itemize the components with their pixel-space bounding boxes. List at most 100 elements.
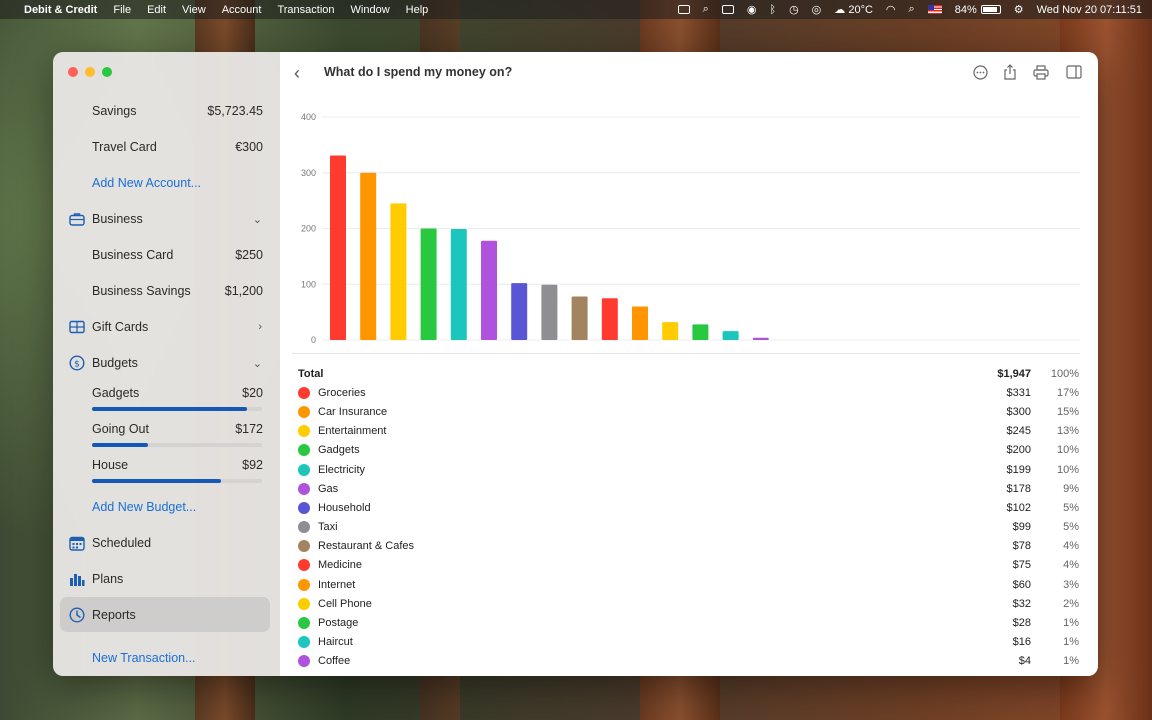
category-name: Medicine [318, 559, 363, 572]
table-row[interactable]: Household $102 5% [298, 498, 1079, 517]
more-options-icon[interactable] [972, 64, 988, 80]
menubar-clock[interactable]: Wed Nov 20 07:11:51 [1037, 4, 1142, 16]
time-machine-icon[interactable]: ◷ [789, 3, 799, 16]
chevron-down-icon[interactable]: ⌄ [253, 213, 262, 226]
dollar-circle-icon: $ [68, 354, 86, 372]
bluetooth-icon[interactable]: ᛒ [769, 4, 776, 16]
flag-icon[interactable] [927, 5, 942, 14]
menu-transaction[interactable]: Transaction [277, 4, 334, 16]
sidebar-item-reports[interactable]: Reports [53, 605, 280, 625]
share-icon[interactable] [1002, 64, 1018, 80]
bar-entertainment[interactable] [390, 203, 407, 340]
category-color-dot [298, 559, 310, 572]
bar-medicine[interactable] [601, 298, 618, 340]
back-chevron-icon[interactable]: ‹ [294, 63, 300, 84]
minimize-button[interactable] [85, 67, 95, 77]
sidebar-item-budget-house[interactable]: House $92 [53, 455, 280, 475]
bar-car-insurance[interactable] [360, 172, 377, 340]
sidebar-group-business[interactable]: Business ⌄ [53, 209, 280, 229]
budget-label: Gadgets [92, 386, 140, 400]
keyboard-icon[interactable] [721, 5, 734, 14]
chevron-right-icon[interactable]: › [258, 321, 262, 333]
add-budget-link[interactable]: Add New Budget... [53, 497, 280, 517]
category-percent: 17% [1056, 386, 1079, 399]
bar-haircut[interactable] [722, 331, 739, 340]
menu-window[interactable]: Window [351, 4, 390, 16]
bar-postage[interactable] [692, 324, 709, 340]
table-row[interactable]: Medicine $75 4% [298, 556, 1079, 575]
sidebar-item-budget-going-out[interactable]: Going Out $172 [53, 419, 280, 439]
app-menu[interactable]: Debit & Credit [24, 4, 97, 16]
close-button[interactable] [68, 67, 78, 77]
sidebar-group-gift-cards[interactable]: Gift Cards › [53, 317, 280, 337]
sidebar-item-budget-gadgets[interactable]: Gadgets $20 [53, 383, 280, 403]
chevron-down-icon[interactable]: ⌄ [253, 357, 262, 370]
category-color-dot [298, 425, 310, 438]
category-amount: $32 [1012, 597, 1031, 610]
onepassword-icon[interactable]: ◉ [747, 3, 757, 16]
bar-gadgets[interactable] [420, 228, 437, 341]
category-percent: 9% [1063, 482, 1079, 495]
zoom-button[interactable] [102, 67, 112, 77]
status-app-icon[interactable] [677, 5, 690, 14]
category-percent: 10% [1056, 463, 1079, 476]
control-center-icon[interactable]: ⚙ [1014, 3, 1024, 16]
table-row[interactable]: Taxi $99 5% [298, 518, 1079, 537]
print-icon[interactable] [1033, 64, 1049, 80]
category-percent: 2% [1063, 597, 1079, 610]
weather-widget[interactable]: ☁ 20°C [834, 3, 873, 16]
category-name: Haircut [318, 636, 353, 649]
sidebar-item-plans[interactable]: Plans [53, 569, 280, 589]
table-row[interactable]: Cell Phone $32 2% [298, 594, 1079, 613]
sidebar-item-travel-card[interactable]: Travel Card €300 [53, 137, 280, 157]
sidebar-item-business-card[interactable]: Business Card $250 [53, 245, 280, 265]
budget-amount: $92 [242, 458, 263, 472]
menu-help[interactable]: Help [406, 4, 429, 16]
menu-edit[interactable]: Edit [147, 4, 166, 16]
sidebar-item-savings[interactable]: Savings $5,723.45 [53, 101, 280, 121]
user-icon[interactable]: ◎ [812, 3, 822, 16]
table-row[interactable]: Groceries $331 17% [298, 383, 1079, 402]
window-controls [68, 67, 112, 77]
table-row[interactable]: Coffee $4 1% [298, 652, 1079, 671]
bar-electricity[interactable] [450, 229, 467, 340]
category-percent: 3% [1063, 578, 1079, 591]
table-row[interactable]: Restaurant & Cafes $78 4% [298, 537, 1079, 556]
table-row[interactable]: Electricity $199 10% [298, 460, 1079, 479]
bar-restaurant-cafes[interactable] [571, 296, 588, 340]
menu-account[interactable]: Account [222, 4, 262, 16]
table-row[interactable]: Car Insurance $300 15% [298, 402, 1079, 421]
sidebar-item-scheduled[interactable]: Scheduled [53, 533, 280, 553]
menu-file[interactable]: File [113, 4, 131, 16]
wifi-icon[interactable]: ◠ [886, 3, 896, 16]
table-row[interactable]: Haircut $16 1% [298, 633, 1079, 652]
bar-household[interactable] [511, 283, 528, 340]
bar-gas[interactable] [481, 240, 497, 340]
category-amount: $245 [1006, 425, 1031, 438]
bar-cell-phone[interactable] [662, 322, 679, 340]
bar-taxi[interactable] [541, 284, 558, 340]
menu-view[interactable]: View [182, 4, 206, 16]
category-percent: 5% [1063, 521, 1079, 534]
search-icon[interactable]: ⌕ [909, 3, 915, 16]
new-transaction-link[interactable]: New Transaction... [53, 648, 280, 668]
gift-card-icon [68, 318, 86, 336]
bar-internet[interactable] [632, 306, 648, 340]
table-row[interactable]: Entertainment $245 13% [298, 422, 1079, 441]
bar-coffee[interactable] [752, 337, 769, 340]
battery-indicator[interactable]: 84% [955, 4, 1001, 16]
report-pane: ‹ What do I spend my money on? 0 100 200 30… [280, 52, 1098, 676]
table-row[interactable]: Gas $178 9% [298, 479, 1079, 498]
sidebar-item-business-savings[interactable]: Business Savings $1,200 [53, 281, 280, 301]
paperclip-icon[interactable]: ⌕ [703, 3, 709, 16]
category-amount: $200 [1006, 444, 1031, 457]
category-percent: 5% [1063, 501, 1079, 514]
table-row[interactable]: Gadgets $200 10% [298, 441, 1079, 460]
table-row[interactable]: Postage $28 1% [298, 613, 1079, 632]
table-row[interactable]: Internet $60 3% [298, 575, 1079, 594]
bar-groceries[interactable] [330, 155, 346, 340]
budget-progress-bar [92, 407, 262, 411]
sidebar-group-budgets[interactable]: $ Budgets ⌄ [53, 353, 280, 373]
sidebar-toggle-icon[interactable] [1066, 64, 1082, 80]
add-account-link[interactable]: Add New Account... [53, 173, 280, 193]
